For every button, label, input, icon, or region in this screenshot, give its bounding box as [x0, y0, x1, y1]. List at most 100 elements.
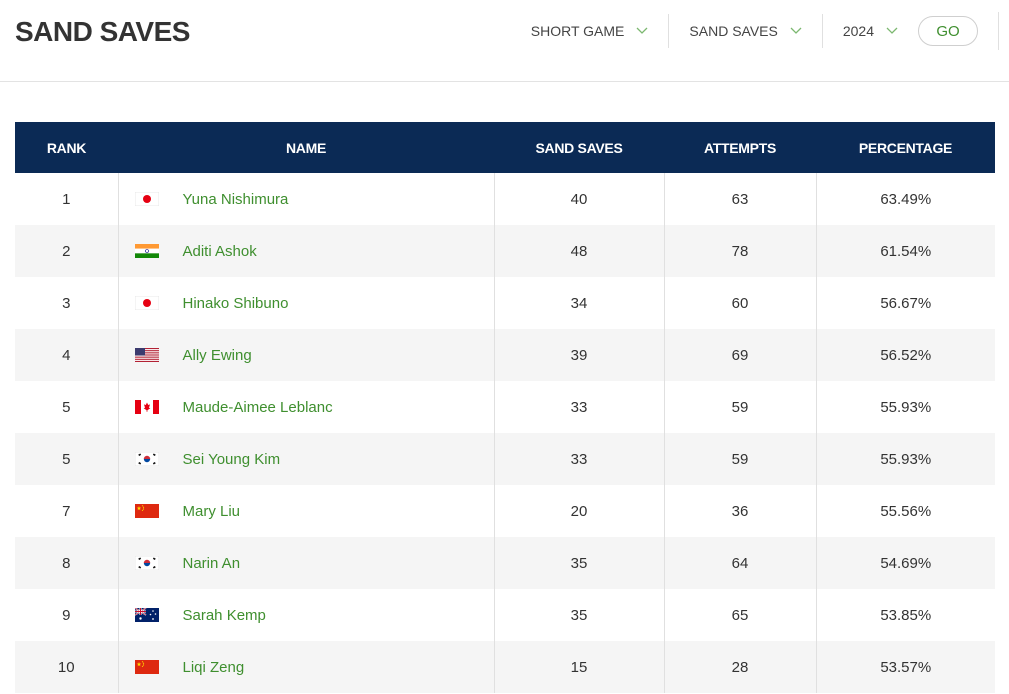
player-name-link[interactable]: Ally Ewing	[183, 347, 252, 364]
japan-flag-icon	[134, 191, 159, 207]
usa-flag-icon	[134, 348, 159, 362]
player-name-link[interactable]: Narin An	[183, 555, 241, 572]
player-name-link[interactable]: Mary Liu	[183, 503, 241, 520]
india-flag-icon	[134, 244, 159, 258]
china-flag-icon	[134, 660, 159, 674]
table-header-row: RANK NAME SAND SAVES ATTEMPTS PERCENTAGE	[15, 122, 995, 173]
rank-cell: 1	[15, 173, 119, 225]
sand-saves-cell: 33	[494, 381, 665, 433]
name-cell: Sei Young Kim	[118, 433, 495, 485]
japan-flag-icon	[134, 295, 159, 311]
table-row: 10 Liqi Zeng 15 28 53.57%	[15, 641, 995, 693]
rank-cell: 10	[15, 641, 119, 693]
name-cell: Narin An	[118, 537, 495, 589]
china-flag-icon	[134, 504, 159, 518]
attempts-cell: 64	[664, 537, 817, 589]
rank-cell: 5	[15, 433, 119, 485]
column-header-rank[interactable]: RANK	[15, 122, 118, 173]
sand-saves-cell: 48	[494, 225, 665, 277]
name-cell: Yuna Nishimura	[118, 173, 495, 225]
stat-filter-dropdown[interactable]: SAND SAVES	[669, 14, 823, 48]
player-name-link[interactable]: Maude-Aimee Leblanc	[183, 399, 333, 416]
table-row: 4 Ally Ewing 39 69 56.52%	[15, 329, 995, 381]
table-row: 8 Narin An 35 64 54.69%	[15, 537, 995, 589]
sand-saves-cell: 15	[494, 641, 665, 693]
go-button[interactable]: GO	[918, 16, 978, 46]
name-cell: Liqi Zeng	[118, 641, 495, 693]
page-title: SAND SAVES	[15, 16, 190, 47]
sand-saves-cell: 34	[494, 277, 665, 329]
table-row: 2 Aditi Ashok 48 78 61.54%	[15, 225, 995, 277]
percentage-cell: 53.85%	[880, 606, 932, 624]
sand-saves-cell: 40	[494, 173, 665, 225]
column-header-percentage[interactable]: PERCENTAGE	[816, 122, 995, 173]
sand-saves-cell: 20	[494, 485, 665, 537]
category-filter-label: SHORT GAME	[530, 23, 625, 39]
percentage-cell: 54.69%	[880, 554, 932, 572]
percentage-cell: 56.67%	[880, 294, 932, 312]
attempts-cell: 69	[664, 329, 817, 381]
rank-cell: 5	[15, 381, 119, 433]
player-name-link[interactable]: Liqi Zeng	[183, 659, 245, 676]
name-cell: Hinako Shibuno	[118, 277, 495, 329]
rank-cell: 9	[15, 589, 119, 641]
percentage-cell: 55.93%	[880, 450, 932, 468]
chevron-down-icon	[790, 27, 802, 34]
category-filter-dropdown[interactable]: SHORT GAME	[511, 14, 670, 48]
header-divider	[998, 12, 999, 50]
column-header-attempts[interactable]: ATTEMPTS	[664, 122, 816, 173]
year-filter-dropdown[interactable]: 2024	[823, 14, 918, 48]
name-cell: Ally Ewing	[118, 329, 495, 381]
stat-filter-label: SAND SAVES	[689, 23, 778, 39]
rank-cell: 8	[15, 537, 119, 589]
rank-cell: 4	[15, 329, 119, 381]
percentage-cell: 55.93%	[880, 398, 932, 416]
korea-flag-icon	[134, 555, 159, 571]
attempts-cell: 59	[664, 381, 817, 433]
player-name-link[interactable]: Hinako Shibuno	[183, 295, 289, 312]
sand-saves-cell: 39	[494, 329, 665, 381]
percentage-cell: 56.52%	[880, 346, 932, 364]
australia-flag-icon	[134, 607, 159, 622]
percentage-cell: 63.49%	[880, 190, 932, 208]
player-name-link[interactable]: Aditi Ashok	[183, 243, 257, 260]
column-header-sand-saves[interactable]: SAND SAVES	[494, 122, 664, 173]
sand-saves-cell: 33	[494, 433, 665, 485]
attempts-cell: 59	[664, 433, 817, 485]
canada-flag-icon	[134, 400, 159, 414]
chevron-down-icon	[636, 27, 648, 34]
name-cell: Maude-Aimee Leblanc	[118, 381, 495, 433]
name-cell: Mary Liu	[118, 485, 495, 537]
attempts-cell: 60	[664, 277, 817, 329]
name-cell: Aditi Ashok	[118, 225, 495, 277]
sand-saves-cell: 35	[494, 589, 665, 641]
korea-flag-icon	[134, 451, 159, 467]
table-body: 1 Yuna Nishimura 40 63 63.49% 2 Aditi Ashok 48 7…	[15, 173, 995, 693]
year-filter-label: 2024	[842, 23, 874, 39]
rank-cell: 2	[15, 225, 119, 277]
column-header-name[interactable]: NAME	[118, 122, 494, 173]
rank-cell: 3	[15, 277, 119, 329]
table-row: 5 Sei Young Kim 33 59 55.93%	[15, 433, 995, 485]
attempts-cell: 63	[664, 173, 817, 225]
player-name-link[interactable]: Sarah Kemp	[183, 607, 266, 624]
rank-cell: 7	[15, 485, 119, 537]
attempts-cell: 78	[664, 225, 817, 277]
table-row: 3 Hinako Shibuno 34 60 56.67%	[15, 277, 995, 329]
table-row: 1 Yuna Nishimura 40 63 63.49%	[15, 173, 995, 225]
attempts-cell: 36	[664, 485, 817, 537]
name-cell: Sarah Kemp	[118, 589, 495, 641]
sand-saves-cell: 35	[494, 537, 665, 589]
table-row: 7 Mary Liu 20 36 55.56%	[15, 485, 995, 537]
player-name-link[interactable]: Sei Young Kim	[183, 451, 281, 468]
attempts-cell: 28	[664, 641, 817, 693]
attempts-cell: 65	[664, 589, 817, 641]
sand-saves-table: RANK NAME SAND SAVES ATTEMPTS PERCENTAGE…	[15, 122, 995, 693]
percentage-cell: 55.56%	[880, 502, 932, 520]
chevron-down-icon	[886, 27, 898, 34]
percentage-cell: 61.54%	[880, 242, 932, 260]
page-header: SAND SAVES SHORT GAME SAND SAVES 2024 GO	[0, 0, 1009, 82]
player-name-link[interactable]: Yuna Nishimura	[183, 191, 289, 208]
table-row: 5 Maude-Aimee Leblanc 33 59 55.93%	[15, 381, 995, 433]
filter-bar: SHORT GAME SAND SAVES 2024 GO	[511, 12, 999, 50]
